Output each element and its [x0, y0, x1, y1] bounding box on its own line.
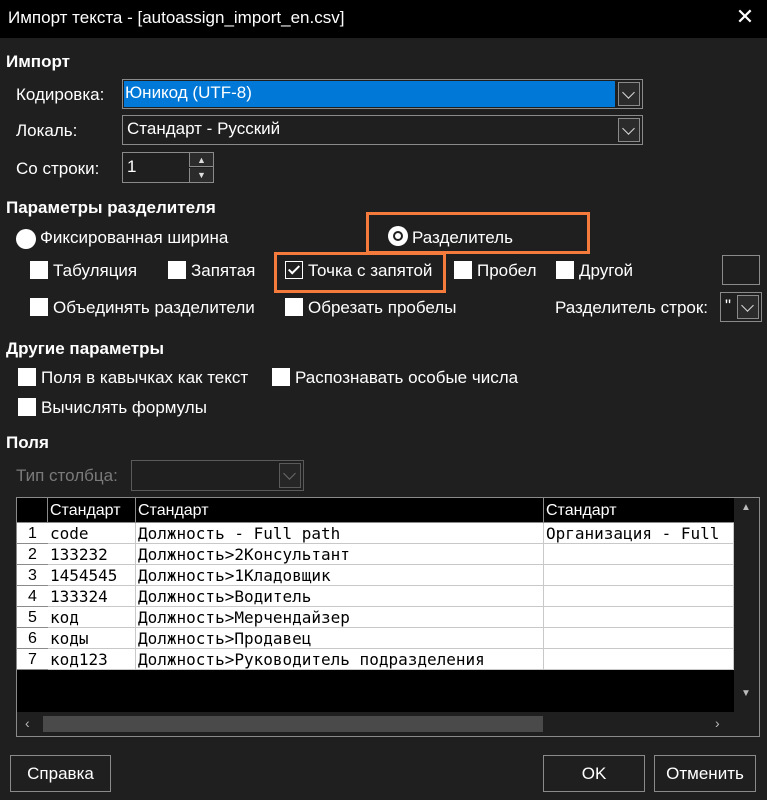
other-label: Другой	[579, 261, 634, 280]
merge-checkbox[interactable]	[30, 298, 48, 316]
grid-empty-area	[17, 670, 734, 708]
locale-select[interactable]: Стандарт - Русский	[122, 115, 643, 145]
grid-cell[interactable]: Должность>Водитель	[136, 586, 544, 607]
row-number: 7	[17, 649, 48, 670]
row-number: 2	[17, 544, 48, 565]
corner-header	[17, 498, 48, 523]
grid-cell[interactable]: Должность>Мерчендайзер	[136, 607, 544, 628]
grid-cell[interactable]	[544, 607, 734, 628]
string-delimiter-select[interactable]: "	[720, 292, 762, 322]
grid-cell[interactable]	[544, 544, 734, 565]
fixed-width-radio[interactable]	[16, 229, 36, 249]
column-header[interactable]: Стандарт	[544, 498, 734, 523]
scroll-right-icon[interactable]: ›	[715, 715, 720, 731]
row-number: 5	[17, 607, 48, 628]
separated-radio[interactable]	[388, 226, 408, 246]
detect-special-label: Распознавать особые числа	[295, 368, 519, 387]
separator-heading: Параметры разделителя	[6, 198, 216, 217]
row-number: 3	[17, 565, 48, 586]
evaluate-formulas-label: Вычислять формулы	[41, 398, 207, 417]
trim-checkbox[interactable]	[285, 298, 303, 316]
locale-value: Стандарт - Русский	[127, 119, 281, 138]
tab-checkbox[interactable]	[30, 261, 48, 279]
grid-cell[interactable]: 133232	[48, 544, 136, 565]
grid-cell[interactable]: 133324	[48, 586, 136, 607]
other-checkbox[interactable]	[556, 261, 574, 279]
grid-cell[interactable]	[544, 586, 734, 607]
fields-heading: Поля	[6, 433, 49, 452]
chevron-down-icon[interactable]	[737, 295, 759, 319]
window-title: Импорт текста - [autoassign_import_en.cs…	[8, 8, 345, 27]
import-heading: Импорт	[6, 52, 70, 71]
horizontal-scroll-thumb[interactable]	[43, 716, 543, 732]
grid-cell[interactable]: Должность>1Кладовщик	[136, 565, 544, 586]
string-delimiter-value: "	[725, 296, 732, 315]
scroll-up-icon[interactable]: ▲	[741, 502, 751, 513]
space-label: Пробел	[477, 261, 537, 280]
locale-label: Локаль:	[16, 121, 78, 140]
fixed-width-label: Фиксированная ширина	[40, 228, 229, 247]
grid-cell[interactable]	[544, 565, 734, 586]
row-number: 1	[17, 523, 48, 544]
grid-cell[interactable]: Должность - Full path	[136, 523, 544, 544]
chevron-down-icon[interactable]	[279, 463, 301, 488]
string-delimiter-label: Разделитель строк:	[555, 298, 709, 317]
column-header[interactable]: Стандарт	[136, 498, 544, 523]
grid-cell[interactable]: код	[48, 607, 136, 628]
grid-cell[interactable]	[544, 628, 734, 649]
horizontal-scrollbar[interactable]: ‹ ›	[17, 712, 759, 736]
help-button[interactable]: Справка	[10, 755, 111, 792]
evaluate-formulas-checkbox[interactable]	[18, 398, 36, 416]
other-input[interactable]	[722, 255, 760, 285]
encoding-value: Юникод (UTF-8)	[124, 81, 615, 107]
title-bar: Импорт текста - [autoassign_import_en.cs…	[0, 0, 767, 38]
tab-label: Табуляция	[53, 261, 138, 280]
encoding-label: Кодировка:	[16, 85, 105, 104]
quoted-as-text-label: Поля в кавычках как текст	[41, 368, 249, 387]
encoding-select[interactable]: Юникод (UTF-8)	[122, 79, 643, 109]
grid-cell[interactable]: код123	[48, 649, 136, 670]
chevron-down-icon[interactable]	[618, 82, 640, 106]
from-row-value: 1	[127, 157, 137, 176]
from-row-label: Со строки:	[16, 159, 100, 178]
grid-cell[interactable]: Должность>Руководитель подразделения	[136, 649, 544, 670]
chevron-down-icon[interactable]	[618, 118, 640, 142]
grid-cell[interactable]: code	[48, 523, 136, 544]
column-type-label: Тип столбца:	[16, 466, 118, 485]
semicolon-label: Точка с запятой	[308, 261, 433, 280]
ok-button[interactable]: OK	[543, 755, 645, 792]
close-icon[interactable]: ✕	[735, 5, 755, 29]
vertical-scrollbar[interactable]: ▲ ▼	[734, 498, 759, 712]
quoted-as-text-checkbox[interactable]	[18, 368, 36, 386]
cancel-button[interactable]: Отменить	[654, 755, 756, 792]
preview-grid[interactable]: Стандарт Стандарт Стандарт 1 code Должност…	[16, 497, 760, 737]
spin-down-icon[interactable]: ▼	[189, 168, 213, 182]
column-type-select[interactable]	[131, 460, 304, 491]
grid-cell[interactable]	[544, 649, 734, 670]
semicolon-checkbox[interactable]	[285, 261, 303, 279]
trim-label: Обрезать пробелы	[308, 298, 457, 317]
row-number: 6	[17, 628, 48, 649]
separated-label: Разделитель	[412, 228, 513, 247]
other-options-heading: Другие параметры	[6, 339, 165, 358]
grid-cell[interactable]: Должность>Продавец	[136, 628, 544, 649]
spin-up-icon[interactable]: ▲	[189, 153, 213, 167]
detect-special-checkbox[interactable]	[272, 368, 290, 386]
row-number: 4	[17, 586, 48, 607]
scroll-down-icon[interactable]: ▼	[741, 688, 751, 699]
grid-cell[interactable]: коды	[48, 628, 136, 649]
scroll-left-icon[interactable]: ‹	[25, 715, 30, 731]
grid-cell[interactable]: Должность>2Консультант	[136, 544, 544, 565]
space-checkbox[interactable]	[454, 261, 472, 279]
column-header[interactable]: Стандарт	[48, 498, 136, 523]
comma-checkbox[interactable]	[168, 261, 186, 279]
from-row-spin[interactable]: 1 ▲ ▼	[122, 152, 214, 183]
grid-cell[interactable]: 1454545	[48, 565, 136, 586]
merge-label: Объединять разделители	[53, 298, 255, 317]
grid-cell[interactable]: Организация - Full	[544, 523, 734, 544]
comma-label: Запятая	[191, 261, 256, 280]
